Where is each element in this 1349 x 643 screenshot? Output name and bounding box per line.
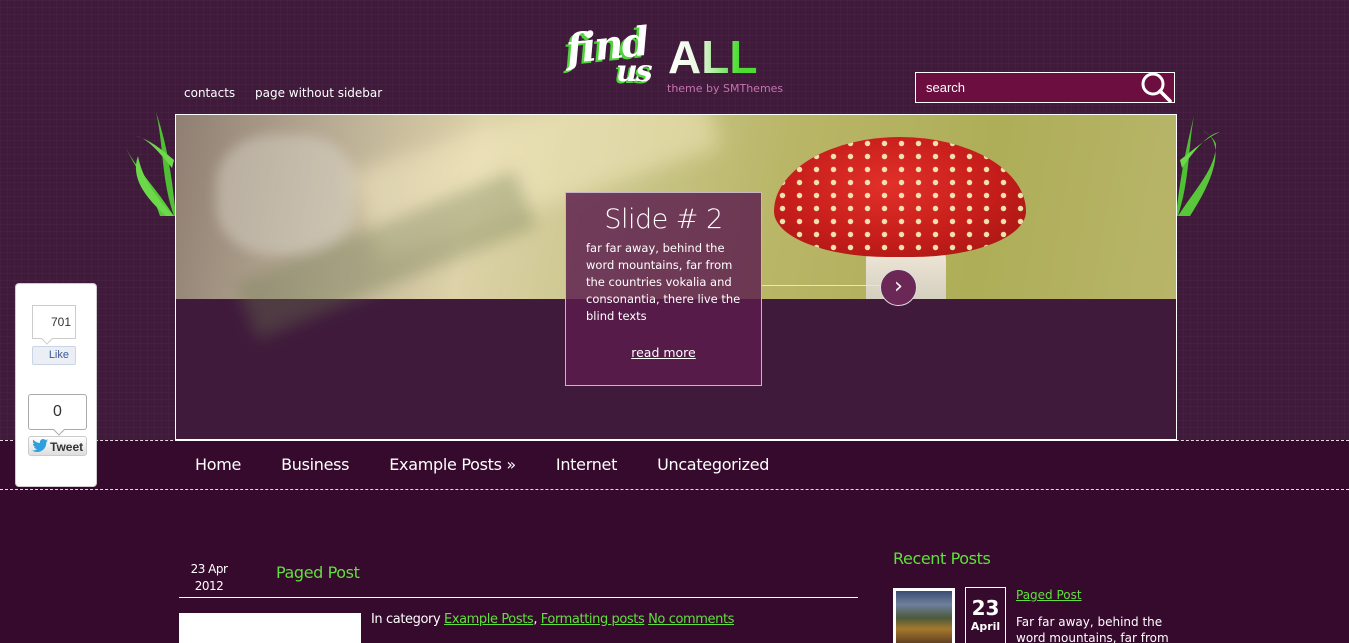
main-navigation: Home Business Example Posts » Internet U… bbox=[0, 440, 1349, 490]
slide-image-blur bbox=[216, 135, 356, 255]
search-input[interactable] bbox=[916, 73, 1136, 102]
post-date-year: 2012 bbox=[194, 579, 224, 593]
post-meta: In category Example Posts, Formatting po… bbox=[371, 612, 735, 627]
category-link-example-posts[interactable]: Example Posts bbox=[444, 612, 534, 627]
slide-text: far far away, behind the word mountains,… bbox=[586, 241, 741, 323]
nav-item-uncategorized[interactable]: Uncategorized bbox=[657, 455, 769, 474]
logo-word-all: ALL bbox=[668, 31, 758, 83]
nav-link-example-posts[interactable]: Example Posts » bbox=[389, 455, 516, 474]
facebook-like-count: 701 bbox=[32, 305, 76, 339]
post-date: 23 Apr 2012 bbox=[184, 561, 234, 595]
logo-word-us: us bbox=[616, 54, 653, 89]
recent-post-day: 23 bbox=[971, 596, 1000, 620]
top-links: contacts page without sidebar bbox=[184, 86, 398, 100]
search-box bbox=[915, 72, 1175, 103]
search-icon[interactable] bbox=[1136, 71, 1174, 103]
nav-item-home[interactable]: Home bbox=[195, 455, 241, 474]
tweet-button[interactable]: Tweet bbox=[28, 436, 87, 456]
category-link-formatting-posts[interactable]: Formatting posts bbox=[541, 612, 645, 627]
recent-posts-heading: Recent Posts bbox=[893, 549, 991, 568]
nav-item-business[interactable]: Business bbox=[281, 455, 349, 474]
nav-item-internet[interactable]: Internet bbox=[556, 455, 617, 474]
post-divider bbox=[179, 597, 858, 598]
tweet-count: 0 bbox=[28, 394, 87, 430]
recent-post-thumbnail[interactable] bbox=[893, 588, 955, 643]
post-thumbnail[interactable] bbox=[179, 613, 361, 643]
recent-post-title-link[interactable]: Paged Post bbox=[1016, 588, 1082, 602]
slide-title: Slide # 2 bbox=[604, 204, 723, 235]
nav-link-internet[interactable]: Internet bbox=[556, 455, 617, 474]
social-share-box: 701 Like 0 Tweet bbox=[15, 283, 97, 487]
slide-caption: Slide # 2 far far away, behind the word … bbox=[565, 192, 762, 386]
top-link-contacts[interactable]: contacts bbox=[184, 86, 235, 100]
recent-post-excerpt: Far far away, behind the word mountains,… bbox=[1016, 615, 1169, 643]
top-link-page-without-sidebar[interactable]: page without sidebar bbox=[255, 86, 382, 100]
logo-tagline: theme by SMThemes bbox=[667, 82, 784, 95]
slide-progress-line bbox=[760, 285, 880, 286]
slider-bottom-border bbox=[175, 439, 1177, 441]
grass-decoration-left bbox=[116, 108, 176, 216]
image-slider: › Slide # 2 far far away, behind the wor… bbox=[175, 114, 1177, 441]
nav-link-business[interactable]: Business bbox=[281, 455, 349, 474]
post-meta-prefix: In category bbox=[371, 612, 441, 627]
post-title-link[interactable]: Paged Post bbox=[276, 563, 360, 582]
slider-next-button[interactable]: › bbox=[880, 269, 917, 306]
recent-post-date: 23 April bbox=[965, 587, 1006, 643]
nav-link-uncategorized[interactable]: Uncategorized bbox=[657, 455, 769, 474]
twitter-bird-icon bbox=[32, 439, 48, 455]
nav-item-example-posts[interactable]: Example Posts » bbox=[389, 455, 516, 474]
grass-decoration-right bbox=[1176, 108, 1236, 216]
recent-post-month: April bbox=[970, 620, 1001, 633]
mushroom-cap-graphic bbox=[774, 137, 1026, 257]
facebook-like-button[interactable]: Like bbox=[32, 346, 76, 365]
nav-link-home[interactable]: Home bbox=[195, 455, 241, 474]
read-more-link[interactable]: read more bbox=[586, 345, 741, 360]
post-date-day-month: 23 Apr bbox=[190, 562, 228, 576]
site-logo[interactable]: find us ALL theme by SMThemes bbox=[562, 16, 792, 98]
comments-link[interactable]: No comments bbox=[648, 612, 734, 627]
tweet-button-label: Tweet bbox=[50, 440, 84, 454]
